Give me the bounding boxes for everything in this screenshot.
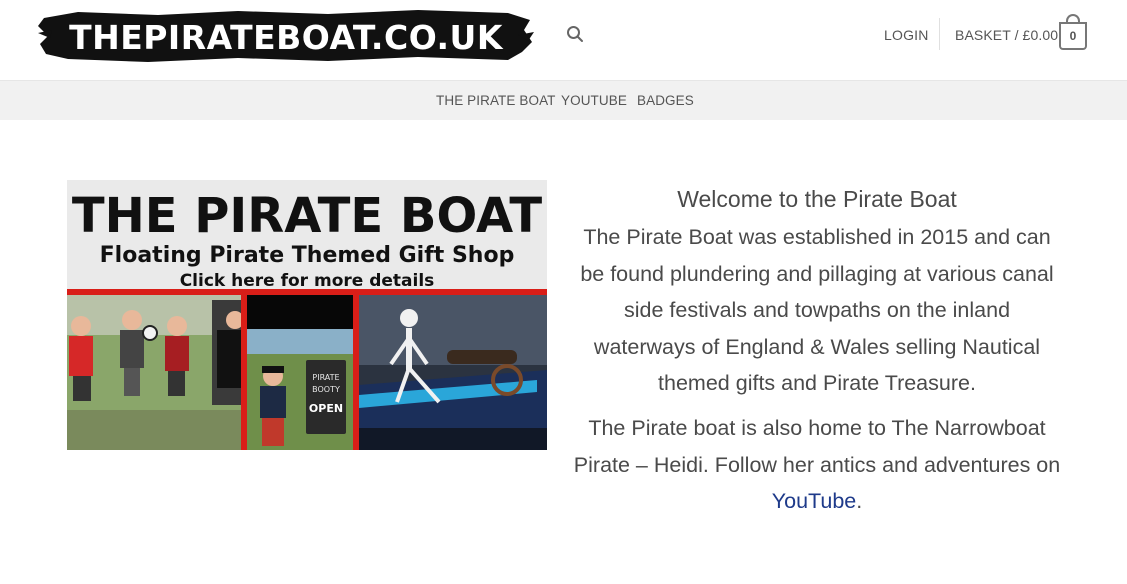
header-divider [939,18,940,50]
banner-cta: Click here for more details [180,271,435,291]
main-nav: THE PIRATE BOAT YOUTUBE BADGES [0,80,1127,120]
welcome-heading: Welcome to the Pirate Boat [677,186,957,212]
banner-title: THE PIRATE BOAT [72,188,543,244]
basket-icon[interactable]: 0 [1059,14,1087,50]
heidi-paragraph: The Pirate boat is also home to The Narr… [572,410,1062,520]
sign-line-1: PIRATE [312,373,339,382]
logo-brush-stroke: THEPIRATEBOAT.CO.UK [38,10,534,62]
nav-item-the-pirate-boat[interactable]: THE PIRATE BOAT [436,93,556,108]
intro-paragraph: The Pirate Boat was established in 2015 … [580,225,1054,396]
sign-open: OPEN [309,402,343,415]
heidi-paragraph-text: The Pirate boat is also home to The Narr… [573,415,1061,477]
basket-count: 0 [1059,22,1087,50]
youtube-link[interactable]: YouTube [772,489,857,513]
banner-artwork: THE PIRATE BOAT Floating Pirate Themed G… [67,180,547,450]
logo-text: THEPIRATEBOAT.CO.UK [69,18,504,57]
site-logo[interactable]: THEPIRATEBOAT.CO.UK [38,8,534,64]
basket-link[interactable]: BASKET / £0.00 [955,27,1058,43]
nav-item-youtube[interactable]: YOUTUBE [561,93,627,108]
sign-line-2: BOOTY [312,385,340,394]
promo-banner[interactable]: THE PIRATE BOAT Floating Pirate Themed G… [67,180,547,450]
search-icon[interactable] [566,25,584,43]
nav-item-badges[interactable]: BADGES [637,93,694,108]
login-link[interactable]: LOGIN [884,27,929,43]
heidi-paragraph-end: . [856,489,863,514]
welcome-section: Welcome to the Pirate Boat The Pirate Bo… [572,183,1062,520]
site-header: THEPIRATEBOAT.CO.UK LOGIN BASKET / £0.00… [0,0,1127,80]
banner-subtitle: Floating Pirate Themed Gift Shop [100,243,515,268]
